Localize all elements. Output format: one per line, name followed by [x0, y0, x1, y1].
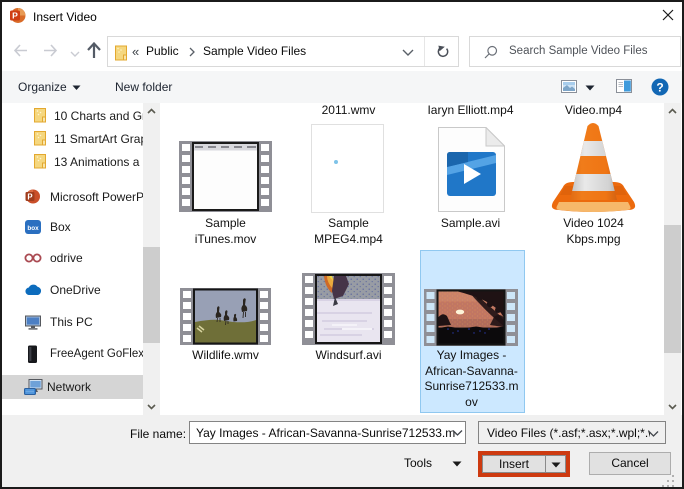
svg-text:P: P [27, 192, 32, 201]
svg-text:P: P [12, 11, 18, 21]
svg-text:?: ? [656, 80, 663, 94]
svg-text:box: box [27, 225, 39, 232]
